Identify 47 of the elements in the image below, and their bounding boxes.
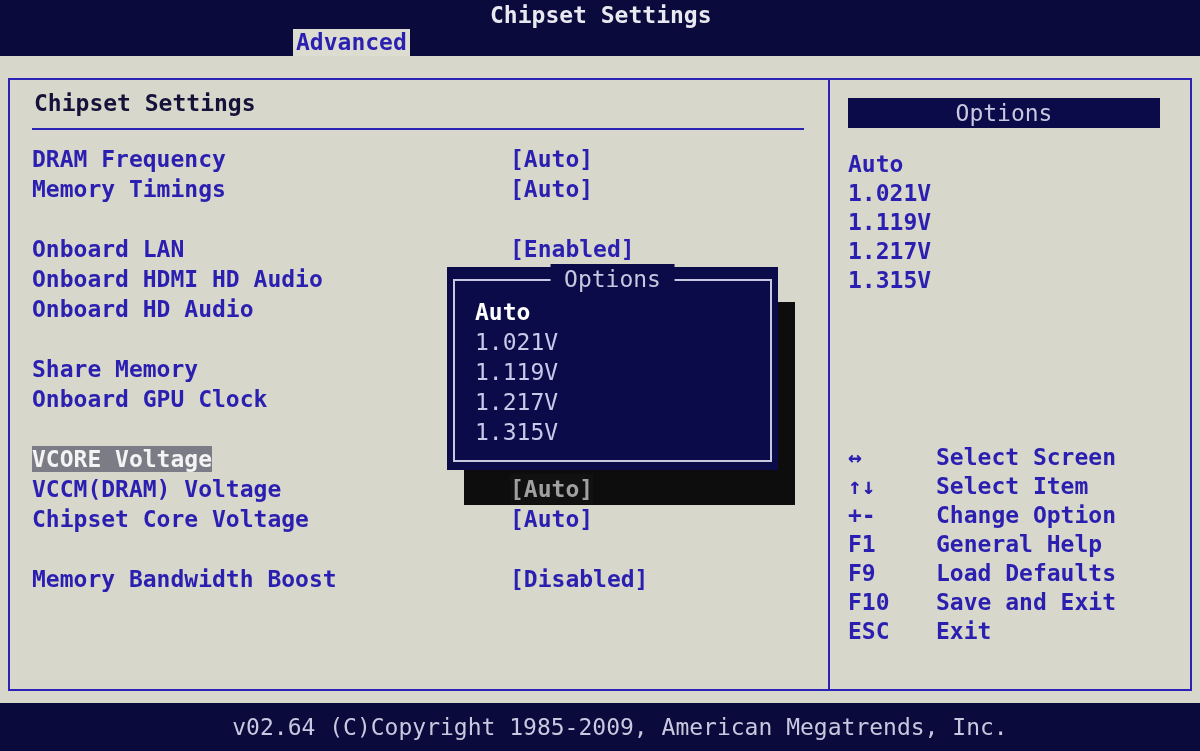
setting-value[interactable]: [Auto] <box>510 144 594 174</box>
help-title: Options <box>848 98 1160 128</box>
key-action: Load Defaults <box>936 559 1116 588</box>
setting-label[interactable]: Onboard GPU Clock <box>32 386 268 412</box>
option-text: 1.315V <box>848 266 933 295</box>
menu-tab[interactable]: Advanced <box>293 29 410 56</box>
option-text: Auto <box>848 150 905 179</box>
setting-label[interactable]: Share Memory <box>32 356 199 382</box>
key-label: F9 <box>848 559 877 588</box>
copyright-text: v02.64 (C)Copyright 1985-2009, American Megatrends, Inc. <box>232 714 1008 740</box>
setting-value[interactable]: [Auto] <box>510 474 594 504</box>
popup-title: Options <box>550 264 675 294</box>
key-label: ↑↓ <box>848 472 877 501</box>
setting-label[interactable]: Onboard HD Audio <box>32 296 254 322</box>
option-item[interactable]: 1.119V <box>475 357 770 387</box>
key-action: Save and Exit <box>936 588 1116 617</box>
section-title: Chipset Settings <box>34 89 257 118</box>
setting-label[interactable]: VCCM(DRAM) Voltage <box>32 476 282 502</box>
key-action: Exit <box>936 617 992 646</box>
option-item[interactable]: Auto <box>475 297 770 327</box>
setting-label[interactable]: Onboard HDMI HD Audio <box>32 266 323 292</box>
key-action: Select Item <box>936 472 1089 501</box>
key-action: Change Option <box>936 501 1116 530</box>
setting-value[interactable]: [Auto] <box>510 504 594 534</box>
option-text: 1.217V <box>848 237 933 266</box>
setting-value[interactable]: [Auto] <box>510 174 594 204</box>
screen-title: Chipset Settings <box>490 2 712 28</box>
option-item[interactable]: 1.217V <box>475 387 770 417</box>
key-label: F10 <box>848 588 891 617</box>
setting-label[interactable]: VCORE Voltage <box>32 446 212 472</box>
setting-label[interactable]: Onboard LAN <box>32 236 185 262</box>
key-label: ESC <box>848 617 891 646</box>
option-text: 1.119V <box>848 208 933 237</box>
setting-label[interactable]: DRAM Frequency <box>32 146 226 172</box>
key-label: F1 <box>848 530 877 559</box>
setting-value[interactable]: [Enabled] <box>510 234 635 264</box>
option-item[interactable]: 1.021V <box>475 327 770 357</box>
key-action: Select Screen <box>936 443 1116 472</box>
setting-label[interactable]: Memory Bandwidth Boost <box>32 566 337 592</box>
key-label: ↔ <box>848 443 863 472</box>
setting-value[interactable]: [Disabled] <box>510 564 649 594</box>
setting-label[interactable]: Chipset Core Voltage <box>32 506 309 532</box>
option-text: 1.021V <box>848 179 933 208</box>
key-action: General Help <box>936 530 1103 559</box>
setting-label[interactable]: Memory Timings <box>32 176 226 202</box>
key-label: +- <box>848 501 877 530</box>
option-item[interactable]: 1.315V <box>475 417 770 447</box>
